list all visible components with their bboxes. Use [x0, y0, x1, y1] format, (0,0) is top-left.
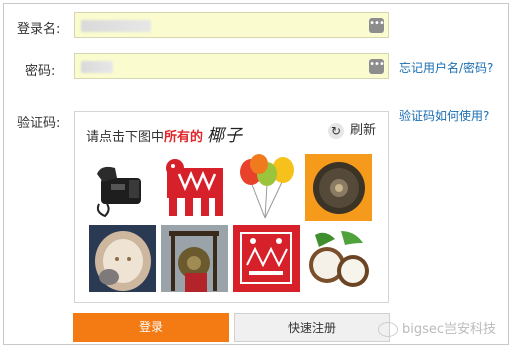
captcha-refresh-button[interactable]: ↻ 刷新 [327, 119, 376, 139]
coconut-halves-image [309, 231, 369, 287]
telephone-image [96, 166, 141, 218]
forgot-password-link[interactable]: 忘记用户名/密码? [399, 59, 493, 76]
refresh-icon: ↻ [327, 122, 344, 139]
captcha-tile-gong[interactable] [305, 154, 372, 221]
paper-cut-red-image [240, 232, 292, 284]
username-value-blurred [81, 20, 151, 32]
captcha-tile-balloons[interactable] [233, 154, 300, 221]
captcha-prompt: 请点击下图中所有的 椰子 [86, 121, 243, 146]
captcha-tile-paper-cut-tiger[interactable] [161, 154, 228, 221]
login-button[interactable]: 登录 [73, 313, 229, 342]
refresh-label: 刷新 [349, 123, 376, 138]
watermark-text: bigsec岂安科技 [401, 322, 496, 337]
captcha-target-word: 椰子 [207, 126, 244, 146]
username-input[interactable]: ••• [74, 12, 389, 38]
captcha-prompt-text: 请点击下图中 [86, 130, 165, 145]
balloons-image [240, 154, 294, 219]
captcha-tile-coconut-bowl[interactable] [89, 225, 156, 292]
quick-register-button[interactable]: 快速注册 [234, 313, 390, 342]
captcha-tile-coconut-halves[interactable] [305, 225, 372, 292]
captcha-tile-paper-cut-red[interactable] [233, 225, 300, 292]
captcha-tile-telephone[interactable] [89, 154, 156, 221]
gong-stand-image [169, 231, 219, 292]
password-value-blurred [81, 61, 113, 73]
coconut-bowl-image [95, 231, 151, 291]
autofill-icon[interactable]: ••• [369, 18, 385, 33]
autofill-icon[interactable]: ••• [369, 59, 385, 74]
gong-image [313, 162, 365, 214]
captcha-box: 请点击下图中所有的 椰子 ↻ 刷新 [74, 111, 389, 303]
username-label: 登录名: [17, 22, 61, 37]
wechat-icon [377, 322, 398, 337]
captcha-help-link[interactable]: 验证码如何使用? [399, 107, 489, 124]
password-input[interactable]: ••• [74, 53, 389, 79]
watermark: bigsec岂安科技 [377, 318, 496, 337]
paper-cut-tiger-image [166, 159, 223, 216]
captcha-label: 验证码: [17, 116, 61, 131]
captcha-tile-gong-on-stand[interactable] [161, 225, 228, 292]
password-label: 密码: [25, 64, 56, 79]
captcha-prompt-emphasis: 所有的 [164, 130, 204, 145]
